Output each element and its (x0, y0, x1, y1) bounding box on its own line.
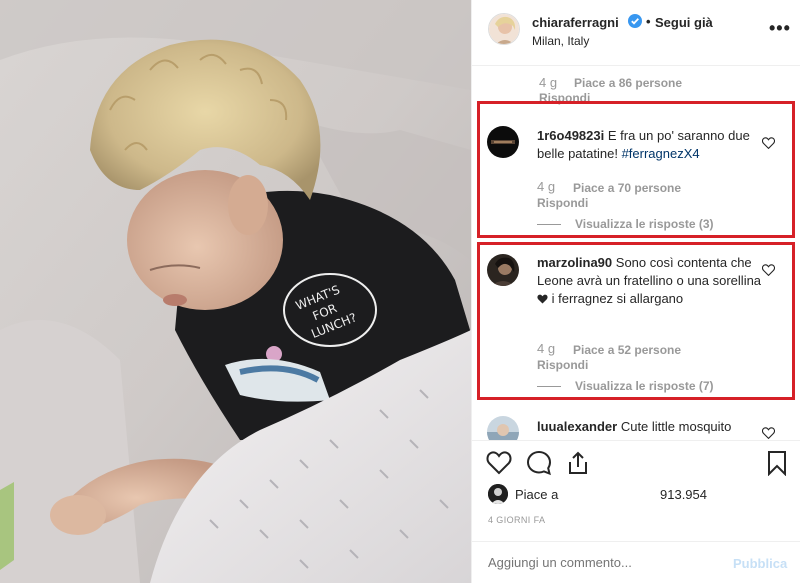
publish-button[interactable]: Pubblica (733, 556, 787, 571)
liker-avatar[interactable] (488, 484, 508, 504)
commenter-avatar[interactable] (487, 126, 519, 158)
post-actions: Piace a 913.954 4 GIORNI FA Pubblica (472, 440, 800, 583)
comment-likes[interactable]: Piace a 86 persone (574, 76, 682, 90)
comment-age: 4 g (539, 75, 558, 90)
comment-input[interactable] (488, 555, 718, 570)
like-comment-heart-icon[interactable] (762, 137, 775, 149)
separator-dot: • (646, 14, 651, 29)
author-avatar[interactable] (488, 13, 520, 45)
author-username[interactable]: chiaraferragni (532, 15, 619, 30)
commenter-avatar[interactable] (487, 416, 519, 440)
comments-list: 4 g Piace a 86 persone Rispondi 1r6o4982… (472, 66, 800, 440)
comment-item: 4 g Piace a 86 persone Rispondi (472, 66, 800, 106)
add-comment-bar: Pubblica (472, 541, 800, 583)
likes-row: Piace a 913.954 (488, 484, 788, 506)
comment-text-continued: i ferragnez si allargano (551, 291, 684, 306)
like-comment-heart-icon[interactable] (762, 427, 775, 439)
likes-count[interactable]: 913.954 (660, 487, 707, 502)
reply-button[interactable]: Rispondi (537, 196, 588, 210)
comment-username[interactable]: luualexander (537, 419, 617, 434)
comment-username[interactable]: marzolina90 (537, 255, 612, 270)
likes-label: Piace a (515, 487, 559, 502)
post-location[interactable]: Milan, Italy (532, 34, 589, 48)
sleeping-child-photo: WHAT'S FOR LUNCH? (0, 0, 471, 583)
reply-button[interactable]: Rispondi (537, 358, 588, 372)
comment-item: 1r6o49823i E fra un po' saranno due bell… (472, 111, 800, 231)
comment-text: Cute little mosquito (620, 419, 732, 434)
view-replies-button[interactable]: Visualizza le risposte (7) (537, 379, 714, 393)
post-photo[interactable]: WHAT'S FOR LUNCH? (0, 0, 471, 583)
save-bookmark-icon[interactable] (764, 450, 790, 476)
like-heart-icon[interactable] (486, 450, 512, 476)
post-header: chiaraferragni • Segui già Milan, Italy … (472, 0, 800, 66)
following-button[interactable]: Segui già (655, 15, 713, 30)
comment-bubble-icon[interactable] (526, 450, 552, 476)
share-icon[interactable] (565, 450, 591, 476)
view-replies-button[interactable]: Visualizza le risposte (3) (537, 217, 714, 231)
comment-age: 4 g (537, 179, 556, 194)
comment-hashtag[interactable]: #ferragnezX4 (622, 146, 700, 161)
verified-badge-icon (628, 14, 642, 28)
more-options-icon[interactable]: ••• (769, 18, 791, 39)
black-heart-emoji-icon (537, 294, 548, 304)
commenter-avatar[interactable] (487, 254, 519, 286)
comment-likes[interactable]: Piace a 52 persone (573, 343, 681, 357)
comment-age: 4 g (537, 341, 556, 356)
comment-item: luualexander Cute little mosquito (472, 411, 800, 440)
comment-item: marzolina90 Sono così contenta che Leone… (472, 244, 800, 394)
post-time-ago: 4 GIORNI FA (488, 515, 546, 525)
comment-username[interactable]: 1r6o49823i (537, 128, 604, 143)
post-sidebar: chiaraferragni • Segui già Milan, Italy … (471, 0, 800, 583)
comment-likes[interactable]: Piace a 70 persone (573, 181, 681, 195)
like-comment-heart-icon[interactable] (762, 264, 775, 276)
